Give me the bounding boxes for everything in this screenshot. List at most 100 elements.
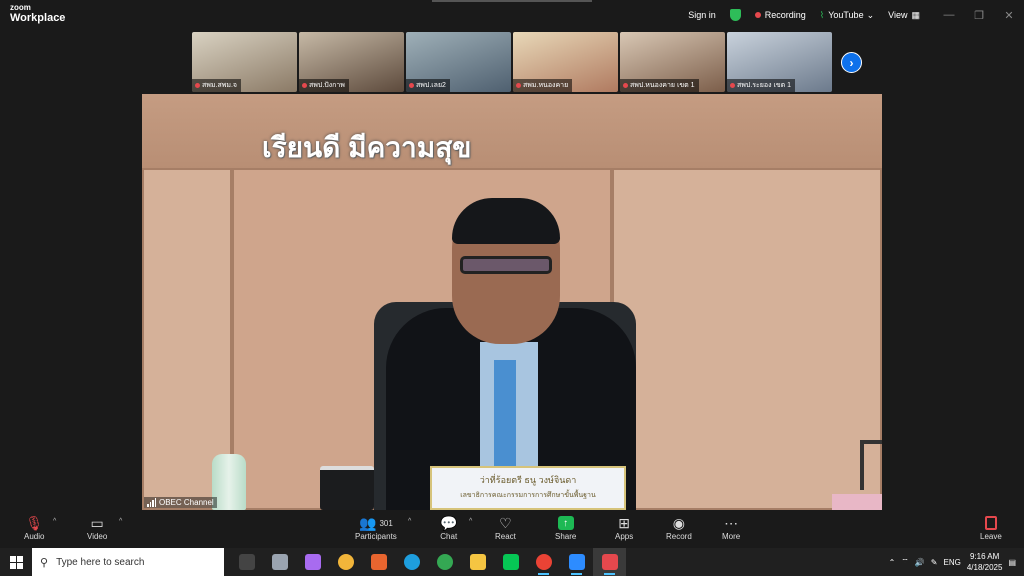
taskbar-app-folder[interactable] bbox=[461, 548, 494, 576]
heart-icon: ♡ bbox=[499, 514, 512, 531]
thumbnail-name: สพม.สพม.จ bbox=[202, 82, 237, 89]
speaker-glasses bbox=[460, 256, 552, 274]
gallery-next-button[interactable]: › bbox=[841, 52, 862, 73]
chevron-down-icon: ⌄ bbox=[866, 9, 875, 20]
pinned-apps bbox=[230, 548, 626, 576]
thumbnail-name: สพป.หนองคาย เขต 1 bbox=[630, 82, 695, 89]
file-manager-icon bbox=[271, 554, 288, 570]
record-icon: ◉ bbox=[672, 514, 685, 531]
brand-small: zoom bbox=[10, 3, 31, 12]
coffee-cup bbox=[320, 466, 374, 510]
signal-icon: ⌇ bbox=[819, 9, 825, 20]
chrome-icon bbox=[337, 554, 354, 570]
chat-button[interactable]: 💬 Chat bbox=[440, 514, 458, 542]
thumbnail-name-tag: สพม.สพม.จ bbox=[192, 79, 241, 92]
chat-label: Chat bbox=[440, 532, 458, 541]
thumbnail-name: สพป.ระยอง เขต 1 bbox=[737, 82, 792, 89]
apps-label: Apps bbox=[615, 532, 634, 541]
react-button[interactable]: ♡ React bbox=[495, 514, 516, 542]
close-button[interactable]: ✕ bbox=[994, 9, 1024, 22]
pen-icon[interactable]: ✎ bbox=[931, 558, 938, 567]
clock[interactable]: 9:16 AM 4/18/2025 bbox=[967, 551, 1003, 573]
line-icon bbox=[502, 554, 519, 570]
react-label: React bbox=[495, 532, 516, 541]
maximize-button[interactable]: ❐ bbox=[964, 9, 994, 22]
youtube-label: YouTube bbox=[828, 10, 864, 20]
view-button[interactable]: View ▦ bbox=[888, 10, 920, 21]
video-options-caret-icon[interactable]: ^ bbox=[119, 518, 122, 525]
chat-options-caret-icon[interactable]: ^ bbox=[469, 518, 472, 525]
taskbar-app-chrome-2[interactable] bbox=[428, 548, 461, 576]
desk-nameplate: ว่าที่ร้อยตรี ธนู วงษ์จินดา เลขาธิการคณะ… bbox=[430, 466, 626, 510]
taskbar-app-line[interactable] bbox=[494, 548, 527, 576]
participant-thumbnail[interactable]: สพป.หนองคาย เขต 1 bbox=[620, 32, 725, 92]
wall-panel bbox=[612, 168, 882, 510]
apps-icon: ⊞ bbox=[618, 514, 630, 531]
start-button[interactable] bbox=[0, 548, 32, 576]
record-label: Record bbox=[666, 532, 692, 541]
desk-box bbox=[832, 494, 882, 510]
participant-thumbnail[interactable]: สพป.เลย2 bbox=[406, 32, 511, 92]
youtube-live-button[interactable]: ⌇ YouTube ⌄ bbox=[820, 10, 874, 21]
video-button[interactable]: ▭ Video bbox=[87, 514, 108, 542]
apps-button[interactable]: ⊞ Apps bbox=[615, 514, 634, 542]
notifications-icon[interactable]: ▤ bbox=[1008, 558, 1016, 567]
participant-thumbnail[interactable]: สพป.ระยอง เขต 1 bbox=[727, 32, 832, 92]
taskbar-app-rss[interactable] bbox=[362, 548, 395, 576]
audio-options-caret-icon[interactable]: ^ bbox=[53, 518, 56, 525]
zoom-icon bbox=[568, 554, 585, 570]
more-dots-icon: ⋯ bbox=[724, 514, 739, 531]
share-button[interactable]: ↑ Share bbox=[555, 514, 576, 541]
taskbar-app-zoom-mic[interactable] bbox=[593, 548, 626, 576]
audio-button[interactable]: 🎙 Audio bbox=[24, 514, 44, 542]
active-speaker-video[interactable]: เรียนดี มีความสุข ว่าที่ร้อยตรี ธนู วงษ์… bbox=[142, 94, 882, 510]
tray-overflow-icon[interactable]: ⌃ bbox=[889, 558, 896, 567]
volume-icon[interactable]: 🔊 bbox=[915, 558, 925, 567]
minimize-button[interactable]: — bbox=[934, 9, 964, 21]
meeting-controls: 🎙 Audio ^ ▭ Video ^ 👥 301 Participants ^ … bbox=[0, 510, 1024, 548]
more-button[interactable]: ⋯ More bbox=[722, 514, 740, 542]
brand-large: Workplace bbox=[10, 12, 66, 24]
participant-thumbnail[interactable]: สพป.ปังกาพ bbox=[299, 32, 404, 92]
participant-thumbnail[interactable]: สพม.สพม.จ bbox=[192, 32, 297, 92]
edge-icon bbox=[403, 554, 420, 570]
task-view-icon bbox=[238, 554, 255, 570]
folder-icon bbox=[469, 554, 486, 570]
chrome-icon-2 bbox=[436, 554, 453, 570]
participant-thumbnail[interactable]: สพม.หนองคาย bbox=[513, 32, 618, 92]
thumbnail-name-tag: สพป.เลย2 bbox=[406, 79, 450, 92]
taskbar-app-zoom[interactable] bbox=[560, 548, 593, 576]
record-button[interactable]: ◉ Record bbox=[666, 514, 692, 542]
gallery-strip: สพม.สพม.จ สพป.ปังกาพ สพป.เลย2 สพม.หนองคาย สพ… bbox=[192, 32, 832, 92]
encryption-shield-icon[interactable] bbox=[729, 9, 741, 21]
participants-options-caret-icon[interactable]: ^ bbox=[408, 518, 411, 525]
system-tray: ⌃ ⌔ 🔊 ✎ ENG 9:16 AM 4/18/2025 ▤ bbox=[889, 548, 1024, 576]
search-placeholder: Type here to search bbox=[56, 556, 145, 568]
drag-handle[interactable] bbox=[432, 0, 592, 2]
leave-button[interactable]: Leave bbox=[980, 514, 1002, 541]
taskbar-app-task-view[interactable] bbox=[230, 548, 263, 576]
connection-bars-icon bbox=[147, 498, 156, 507]
participants-label: Participants bbox=[355, 532, 397, 541]
video-label: Video bbox=[87, 532, 108, 541]
thumbnail-name: สพป.ปังกาพ bbox=[309, 82, 345, 89]
muted-mic-icon bbox=[195, 83, 200, 88]
participants-button[interactable]: 👥 301 Participants bbox=[355, 514, 397, 542]
participant-name-tag: OBEC Channel bbox=[144, 497, 217, 508]
muted-mic-icon bbox=[409, 83, 414, 88]
language-indicator[interactable]: ENG bbox=[944, 558, 961, 567]
muted-mic-icon bbox=[516, 83, 521, 88]
thumbnail-name: สพป.เลย2 bbox=[416, 82, 446, 89]
network-icon[interactable]: ⌔ bbox=[901, 557, 909, 567]
chevron-right-icon: › bbox=[849, 55, 854, 70]
taskbar-app-file-manager[interactable] bbox=[263, 548, 296, 576]
taskbar-app-chrome[interactable] bbox=[329, 548, 362, 576]
taskbar-app-chrome-3[interactable] bbox=[527, 548, 560, 576]
taskbar-app-edge[interactable] bbox=[395, 548, 428, 576]
taskbar-app-copilot[interactable] bbox=[296, 548, 329, 576]
desk-lamp bbox=[860, 440, 882, 490]
recording-indicator[interactable]: Recording bbox=[754, 10, 806, 20]
leave-door-icon bbox=[984, 514, 997, 532]
sign-in-link[interactable]: Sign in bbox=[688, 10, 716, 20]
taskbar-search[interactable]: ⚲ Type here to search bbox=[32, 548, 224, 576]
